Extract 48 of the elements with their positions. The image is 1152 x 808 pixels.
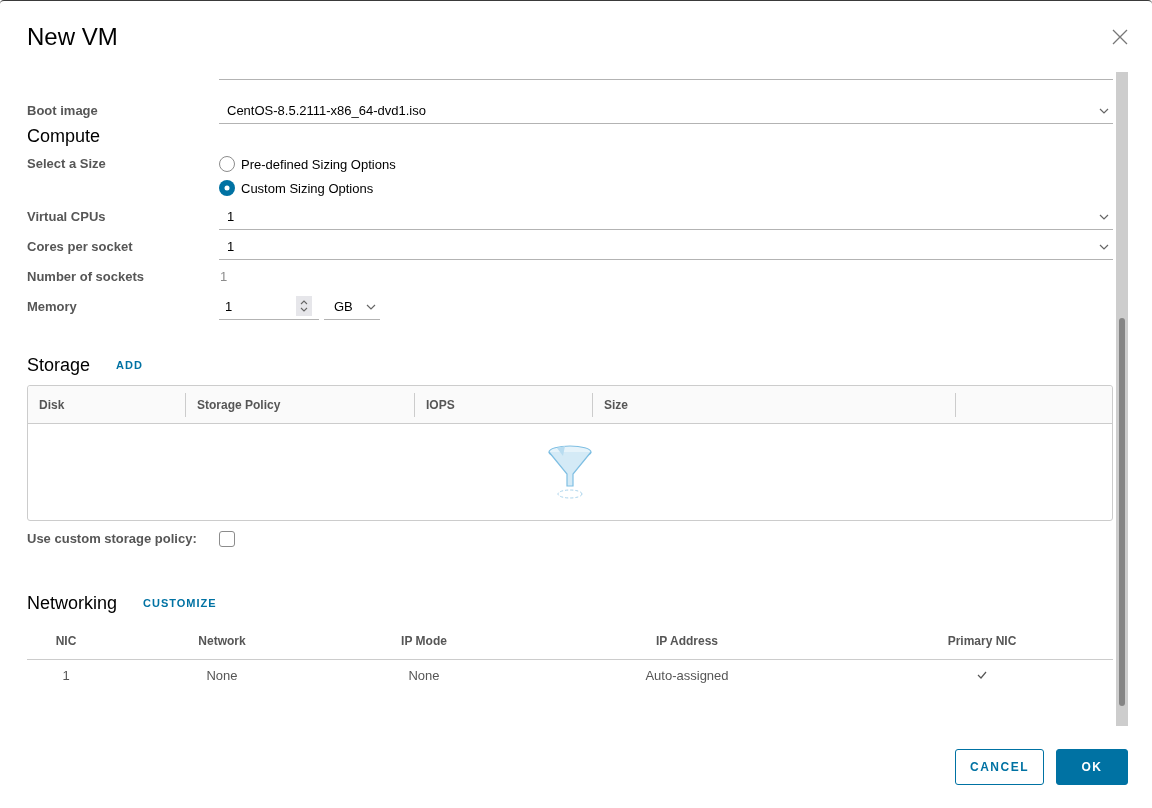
chevron-down-icon: [366, 304, 376, 310]
field-label: Memory: [27, 298, 77, 316]
table-cell: 1: [62, 667, 70, 683]
field-label: Boot image: [27, 102, 98, 120]
radio-option[interactable]: Pre-defined Sizing Options: [219, 156, 396, 172]
table-cell: None: [206, 667, 238, 683]
dialog-title: New VM: [27, 21, 118, 52]
field-label: Cores per socket: [27, 238, 133, 256]
radio-icon[interactable]: [219, 180, 235, 196]
add-link[interactable]: ADD: [116, 359, 143, 371]
select-field[interactable]: 1: [219, 200, 1113, 230]
column-header: NIC: [55, 634, 77, 648]
radio-option[interactable]: Custom Sizing Options: [219, 180, 374, 196]
field-label: Select a Size: [27, 155, 106, 173]
table-cell: None: [408, 667, 440, 683]
scrollbar-thumb[interactable]: [1119, 318, 1125, 706]
column-header: IOPS: [426, 397, 455, 412]
section-heading: Compute: [27, 125, 101, 148]
section-heading: Networking: [27, 592, 118, 615]
field-label: Virtual CPUs: [27, 208, 106, 226]
close-icon[interactable]: [1112, 28, 1128, 45]
funnel-icon: [547, 444, 593, 500]
column-header: Network: [198, 634, 246, 648]
spinner-icon[interactable]: [296, 296, 312, 316]
select-field[interactable]: 1: [219, 230, 1113, 260]
field-label: Use custom storage policy:: [27, 530, 197, 548]
chevron-down-icon: [1099, 214, 1109, 220]
chevron-down-icon: [1099, 244, 1109, 250]
column-header: Size: [604, 397, 628, 412]
chevron-down-icon: [1099, 108, 1109, 114]
number-input[interactable]: 1: [219, 290, 319, 320]
column-header: Disk: [39, 397, 65, 412]
section-heading: Storage: [27, 354, 91, 377]
radio-icon[interactable]: [219, 156, 235, 172]
customize-link[interactable]: CUSTOMIZE: [143, 597, 217, 609]
cancel-button[interactable]: CANCEL: [955, 749, 1044, 785]
column-header: IP Mode: [401, 634, 447, 648]
unit-select[interactable]: GB: [324, 290, 380, 320]
table-cell: Auto-assigned: [645, 667, 729, 683]
field-label: Number of sockets: [27, 268, 145, 286]
column-header: Primary NIC: [947, 634, 1017, 648]
column-header: Storage Policy: [197, 397, 281, 412]
checkbox[interactable]: [219, 531, 235, 547]
column-header: IP Address: [656, 634, 718, 648]
ok-button[interactable]: OK: [1056, 749, 1128, 785]
field-value: 1: [219, 268, 228, 286]
select-field[interactable]: CentOS-8.5.2111-x86_64-dvd1.iso: [219, 94, 1113, 124]
scrollbar-track[interactable]: [1116, 72, 1128, 726]
